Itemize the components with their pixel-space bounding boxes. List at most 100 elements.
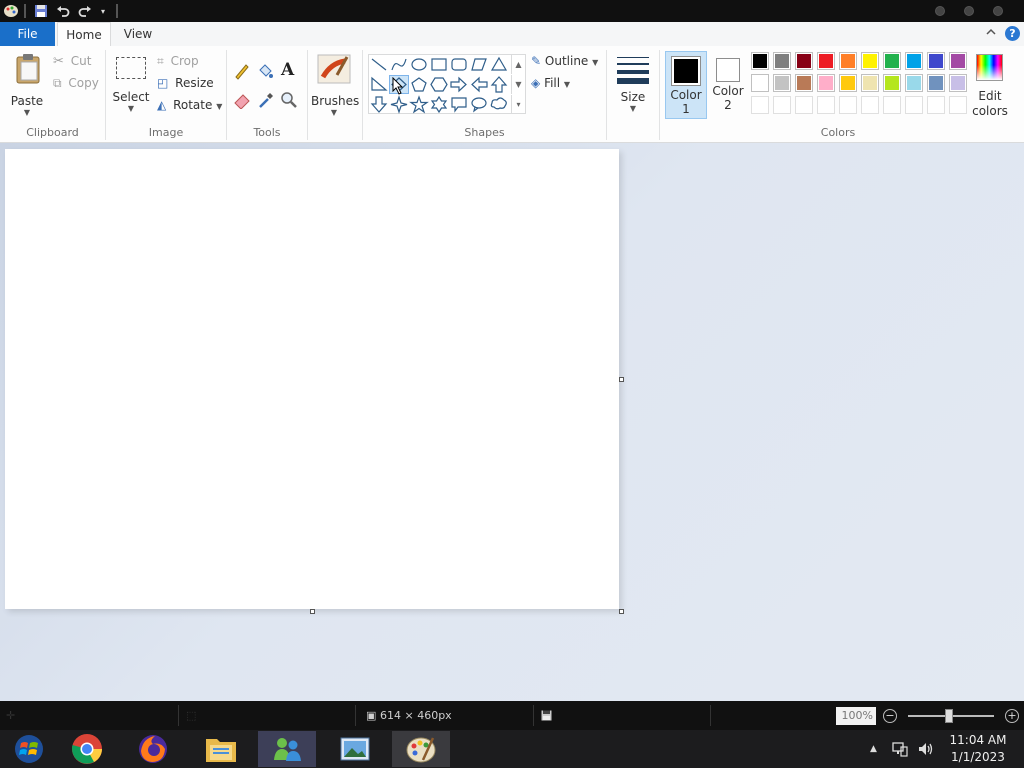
zoom-slider-thumb[interactable] (945, 709, 953, 723)
palette-swatch[interactable] (949, 74, 967, 92)
palette-empty-slot[interactable] (949, 96, 967, 114)
tab-file[interactable]: File (0, 22, 55, 46)
hexagon-shape-icon[interactable] (429, 75, 449, 94)
six-point-star-shape-icon[interactable] (429, 95, 449, 114)
cut-button[interactable]: ✂ Cut (53, 54, 91, 69)
line-shape-icon[interactable] (369, 55, 389, 74)
palette-empty-slot[interactable] (839, 96, 857, 114)
five-point-star-shape-icon[interactable] (409, 95, 429, 114)
palette-swatch[interactable] (927, 74, 945, 92)
palette-swatch[interactable] (751, 74, 769, 92)
palette-swatch[interactable] (883, 52, 901, 70)
palette-swatch[interactable] (861, 52, 879, 70)
color-picker-icon[interactable] (257, 91, 275, 109)
size-button[interactable]: Size ▼ (612, 51, 654, 119)
palette-empty-slot[interactable] (927, 96, 945, 114)
gallery-scroll-up-icon[interactable]: ▲ (511, 55, 525, 74)
gallery-expand-icon[interactable]: ▾ (511, 95, 525, 114)
magnifier-icon[interactable] (280, 91, 298, 109)
rounded-rectangle-shape-icon[interactable] (449, 55, 469, 74)
palette-empty-slot[interactable] (883, 96, 901, 114)
text-tool-icon[interactable]: A (281, 60, 294, 80)
taskbar-firefox[interactable] (124, 731, 182, 767)
gallery-scroll-down-icon[interactable]: ▼ (511, 75, 525, 94)
pentagon-shape-icon[interactable] (409, 75, 429, 94)
palette-swatch[interactable] (817, 52, 835, 70)
close-button[interactable] (993, 6, 1003, 16)
palette-empty-slot[interactable] (773, 96, 791, 114)
palette-swatch[interactable] (751, 52, 769, 70)
zoom-in-button[interactable]: + (1005, 709, 1019, 723)
color1-button[interactable]: Color 1 (665, 51, 707, 119)
palette-swatch[interactable] (839, 52, 857, 70)
taskbar-windows-live[interactable] (258, 731, 316, 767)
up-arrow-shape-icon[interactable] (489, 75, 509, 94)
right-triangle-shape-icon[interactable] (369, 75, 389, 94)
rotate-button[interactable]: ◭ Rotate ▼ (157, 98, 222, 112)
palette-empty-slot[interactable] (905, 96, 923, 114)
minimize-button[interactable] (935, 6, 945, 16)
minimize-ribbon-icon[interactable] (986, 26, 996, 40)
cloud-callout-shape-icon[interactable] (489, 95, 509, 114)
palette-swatch[interactable] (927, 52, 945, 70)
palette-empty-slot[interactable] (751, 96, 769, 114)
drawing-canvas[interactable] (5, 149, 619, 609)
resize-handle-right[interactable] (619, 377, 624, 382)
taskbar-clock[interactable]: 11:04 AM 1/1/2023 (940, 732, 1016, 766)
customize-toolbar-icon[interactable]: ▾ (97, 2, 109, 20)
taskbar-photo-viewer[interactable] (326, 731, 384, 767)
palette-empty-slot[interactable] (861, 96, 879, 114)
color2-button[interactable]: Color 2 (707, 51, 749, 119)
palette-swatch[interactable] (795, 74, 813, 92)
palette-swatch[interactable] (949, 52, 967, 70)
fill-bucket-icon[interactable] (256, 62, 274, 80)
tab-view[interactable]: View (116, 22, 160, 46)
palette-swatch[interactable] (773, 74, 791, 92)
network-icon[interactable] (892, 741, 908, 768)
paste-button[interactable]: Paste ▼ (6, 51, 48, 119)
resize-button[interactable]: ◰ Resize (157, 76, 214, 90)
palette-empty-slot[interactable] (795, 96, 813, 114)
rectangle-callout-shape-icon[interactable] (449, 95, 469, 114)
palette-swatch[interactable] (817, 74, 835, 92)
edit-colors-button[interactable]: Edit colors (969, 51, 1011, 119)
palette-swatch[interactable] (883, 74, 901, 92)
help-icon[interactable]: ? (1005, 26, 1020, 41)
select-button[interactable]: Select ▼ (110, 51, 152, 119)
palette-swatch[interactable] (839, 74, 857, 92)
right-arrow-shape-icon[interactable] (449, 75, 469, 94)
palette-swatch[interactable] (905, 74, 923, 92)
oval-callout-shape-icon[interactable] (469, 95, 489, 114)
resize-handle-corner[interactable] (619, 609, 624, 614)
volume-icon[interactable] (917, 741, 933, 768)
resize-handle-bottom[interactable] (310, 609, 315, 614)
palette-swatch[interactable] (861, 74, 879, 92)
palette-swatch[interactable] (795, 52, 813, 70)
fill-button[interactable]: ◈ Fill ▼ (531, 76, 570, 90)
palette-swatch[interactable] (905, 52, 923, 70)
redo-icon[interactable] (76, 2, 94, 20)
curve-shape-icon[interactable] (389, 55, 409, 74)
tab-home[interactable]: Home (57, 22, 111, 46)
eraser-icon[interactable] (233, 91, 251, 109)
start-button[interactable] (0, 731, 58, 767)
triangle-shape-icon[interactable] (489, 55, 509, 74)
rectangle-shape-icon[interactable] (429, 55, 449, 74)
paint-app-icon[interactable] (2, 2, 20, 20)
outline-button[interactable]: ✎ Outline ▼ (531, 54, 598, 68)
pencil-icon[interactable] (233, 62, 251, 80)
taskbar-paint[interactable] (392, 731, 450, 767)
palette-swatch[interactable] (773, 52, 791, 70)
oval-shape-icon[interactable] (409, 55, 429, 74)
down-arrow-shape-icon[interactable] (369, 95, 389, 114)
zoom-out-button[interactable]: − (883, 709, 897, 723)
show-hidden-icons-icon[interactable]: ▲ (870, 730, 877, 768)
save-icon[interactable] (32, 2, 50, 20)
brushes-button[interactable]: Brushes ▼ (311, 51, 359, 119)
taskbar-chrome[interactable] (58, 731, 116, 767)
taskbar-file-explorer[interactable] (192, 731, 250, 767)
crop-button[interactable]: ⌗ Crop (157, 54, 199, 69)
copy-button[interactable]: ⧉ Copy (53, 76, 99, 91)
undo-icon[interactable] (54, 2, 72, 20)
palette-empty-slot[interactable] (817, 96, 835, 114)
